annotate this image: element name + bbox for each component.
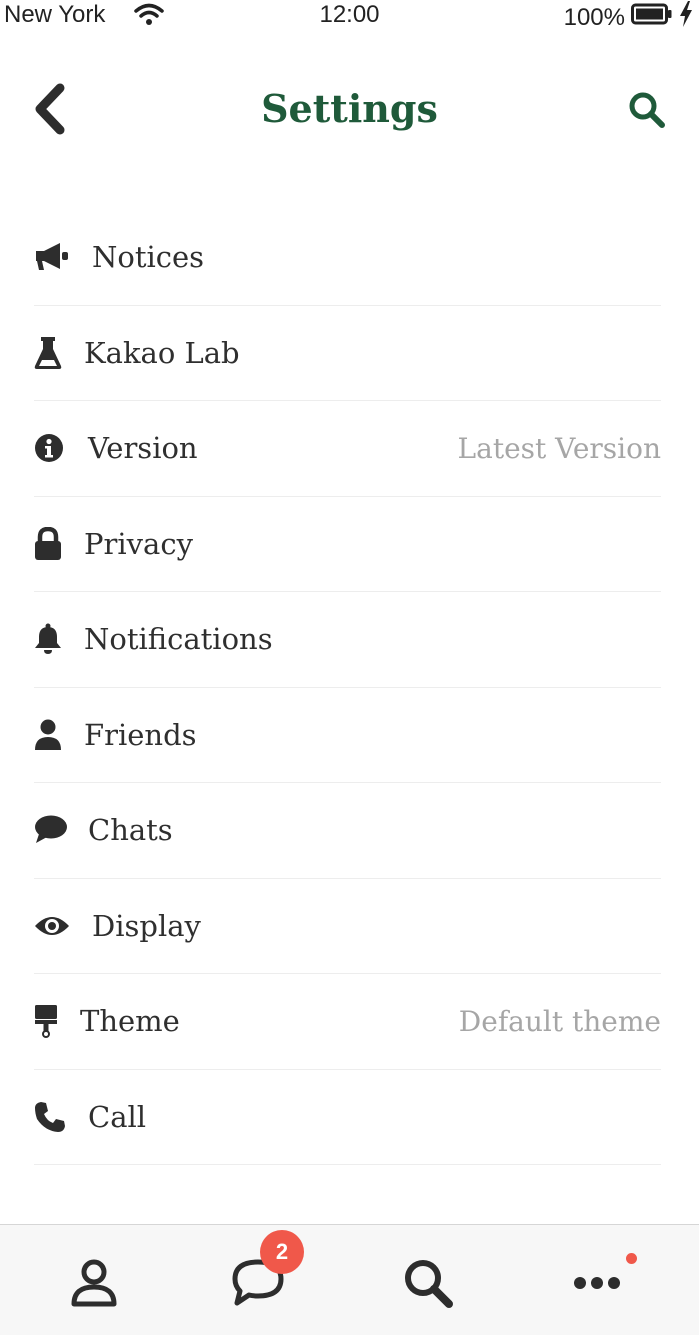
settings-item-label: Chats — [88, 813, 173, 848]
settings-item-label: Display — [92, 908, 201, 943]
settings-item-label: Call — [88, 1099, 147, 1134]
tab-search[interactable] — [398, 1253, 458, 1313]
battery-percent: 100% — [563, 3, 625, 31]
more-icon — [574, 1277, 620, 1289]
settings-item-chats[interactable]: Chats — [34, 783, 661, 879]
settings-list: Notices Kakao Lab Version Latest Version — [34, 210, 661, 1165]
settings-item-label: Privacy — [84, 526, 193, 561]
new-indicator-dot — [626, 1253, 637, 1264]
settings-item-value: Latest Version — [457, 431, 661, 465]
settings-item-kakao-lab[interactable]: Kakao Lab — [34, 306, 661, 401]
search-icon — [405, 1260, 453, 1308]
search-button[interactable] — [627, 90, 667, 130]
settings-item-friends[interactable]: Friends — [34, 688, 661, 783]
phone-icon — [34, 1097, 74, 1137]
settings-item-label: Theme — [80, 1004, 180, 1039]
unread-badge: 2 — [260, 1230, 304, 1274]
tab-more[interactable] — [567, 1253, 627, 1313]
battery-indicator: 100% — [564, 1, 693, 34]
tab-friends[interactable] — [64, 1253, 124, 1313]
paint-roller-icon — [34, 1001, 74, 1041]
settings-item-value: Default theme — [458, 1004, 661, 1038]
status-bar: New York 12:00 100% — [0, 0, 699, 32]
chat-bubble-icon — [34, 810, 74, 850]
bell-icon — [34, 619, 74, 659]
megaphone-icon — [34, 237, 74, 277]
user-icon — [34, 715, 74, 755]
settings-item-notices[interactable]: Notices — [34, 210, 661, 306]
lock-icon — [34, 524, 74, 564]
settings-item-label: Kakao Lab — [84, 335, 240, 370]
charging-icon — [679, 1, 693, 34]
info-icon — [34, 428, 74, 468]
settings-item-label: Friends — [84, 717, 197, 752]
settings-item-privacy[interactable]: Privacy — [34, 497, 661, 592]
page-title: Settings — [261, 86, 438, 131]
settings-item-label: Version — [88, 431, 198, 466]
settings-item-call[interactable]: Call — [34, 1070, 661, 1165]
battery-icon — [631, 3, 673, 32]
person-icon — [71, 1259, 117, 1307]
search-icon — [629, 92, 665, 128]
tab-bar: 2 — [0, 1224, 699, 1335]
flask-icon — [34, 333, 74, 373]
settings-item-display[interactable]: Display — [34, 879, 661, 974]
settings-item-label: Notices — [92, 240, 205, 275]
navigation-bar: Settings — [0, 60, 699, 160]
eye-icon — [34, 906, 74, 946]
settings-item-label: Notifications — [84, 622, 273, 657]
settings-item-theme[interactable]: Theme Default theme — [34, 974, 661, 1070]
settings-item-version[interactable]: Version Latest Version — [34, 401, 661, 497]
settings-item-notifications[interactable]: Notifications — [34, 592, 661, 688]
